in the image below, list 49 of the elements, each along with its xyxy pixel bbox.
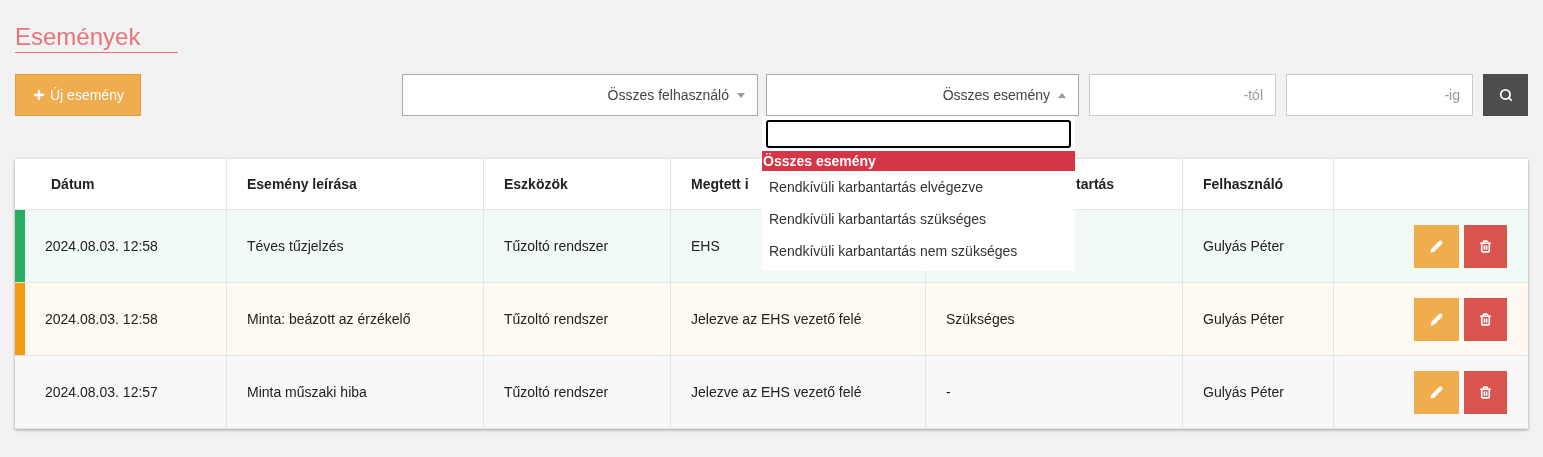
user-select[interactable]: Összes felhasználó [402,74,758,116]
search-button[interactable] [1483,74,1528,116]
dropdown-option[interactable]: Rendkívüli karbantartás elvégezve [762,171,1075,203]
event-select[interactable]: Összes esemény [766,74,1079,116]
delete-button[interactable] [1464,297,1507,341]
user-select-value: Összes felhasználó [607,85,729,105]
dropdown-option[interactable]: Összes esemény [762,151,1075,171]
delete-button[interactable] [1464,370,1507,414]
table-cell-text: Tűzoltó rendszer [504,309,609,329]
date-to-field[interactable]: -ig [1286,74,1473,116]
pencil-icon [1430,385,1443,399]
dropdown-search-field[interactable] [766,120,1071,148]
search-icon [1498,88,1513,102]
column-header: Esemény leírása [247,174,357,194]
column-header: Felhasználó [1203,174,1284,194]
pencil-icon [1430,312,1443,326]
table-cell-text: Jelezve az EHS vezető felé [691,309,862,329]
table-cell-text: - [946,382,951,402]
table-cell-text: Jelezve az EHS vezető felé [691,382,862,402]
trash-icon [1479,312,1492,326]
column-header: Eszközök [504,174,568,194]
plus-icon [32,88,46,102]
column-header: Megtett i [691,174,749,194]
date-from-field[interactable]: -tól [1089,74,1276,116]
caret-icon [737,92,745,98]
column-header: Dátum [51,174,95,194]
table-cell-text: 2024.08.03. 12:58 [45,236,158,256]
table-cell-text: Gulyás Péter [1203,382,1284,402]
column-header: tartás [1076,174,1115,194]
caret-icon [1058,92,1066,98]
trash-icon [1479,239,1492,253]
table-cell-text: Téves tűzjelzés [247,236,344,256]
table-cell-text: Minta műszaki hiba [247,382,367,402]
trash-icon [1479,385,1492,399]
table-cell-text: 2024.08.03. 12:58 [45,309,158,329]
table-cell-text: Tűzoltó rendszer [504,382,609,402]
dropdown-option[interactable]: Rendkívüli karbantartás szükséges [762,203,1075,235]
page-title: Események [15,22,179,53]
table-cell-text: Minta: beázott az érzékelő [247,309,411,329]
table-cell-text: EHS [691,236,720,256]
event-select-value: Összes esemény [942,85,1050,105]
table-cell-text: Szükséges [946,309,1015,329]
table-cell-text: Tűzoltó rendszer [504,236,609,256]
table-cell-text: Gulyás Péter [1203,309,1284,329]
pencil-icon [1430,239,1443,253]
table-cell-text: 2024.08.03. 12:57 [45,382,158,402]
delete-button[interactable] [1464,224,1507,268]
dropdown-option[interactable]: Rendkívüli karbantartás nem szükséges [762,235,1075,267]
table-cell-text: Gulyás Péter [1203,236,1284,256]
